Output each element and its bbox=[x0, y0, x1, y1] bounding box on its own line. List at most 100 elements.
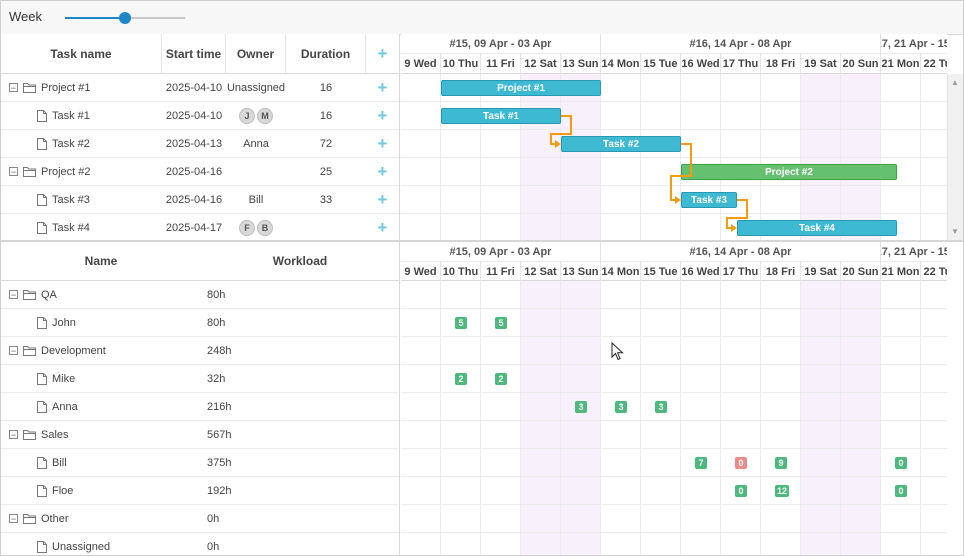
resource-day-label: 15 Tue bbox=[641, 262, 681, 282]
column-header-owner[interactable]: Owner bbox=[226, 34, 286, 73]
plus-icon: + bbox=[377, 44, 388, 63]
task-start-time: 2025-04-16 bbox=[165, 193, 223, 206]
scroll-down-arrow-icon[interactable]: ▼ bbox=[951, 227, 959, 236]
resource-name: Sales bbox=[41, 428, 69, 441]
task-name: Task #3 bbox=[52, 193, 90, 206]
file-icon bbox=[37, 540, 47, 553]
zoom-slider-fill bbox=[65, 17, 125, 19]
column-header-start-time[interactable]: Start time bbox=[162, 34, 226, 73]
add-subtask-button[interactable]: + bbox=[366, 102, 399, 129]
resource-timeline-row bbox=[401, 337, 947, 365]
workload-badge[interactable]: 0 bbox=[895, 485, 907, 497]
resource-row[interactable]: Anna 216h bbox=[1, 393, 399, 421]
resource-name-cell: Bill bbox=[37, 449, 207, 476]
collapse-toggle-icon[interactable]: − bbox=[9, 430, 18, 440]
task-row[interactable]: Task #4 2025-04-17 F B + bbox=[1, 214, 399, 242]
column-header-task-name[interactable]: Task name bbox=[1, 34, 162, 73]
workload-badge[interactable]: 3 bbox=[615, 401, 627, 413]
folder-icon bbox=[23, 430, 36, 440]
resource-name: QA bbox=[41, 288, 57, 301]
task-duration: 33 bbox=[319, 193, 333, 206]
resource-row[interactable]: − Other 0h bbox=[1, 505, 399, 533]
resource-workload: 192h bbox=[207, 484, 232, 497]
task-row[interactable]: − Project #2 2025-04-16 25 + bbox=[1, 158, 399, 186]
workload-badge[interactable]: 2 bbox=[455, 373, 467, 385]
link-arrow-icon bbox=[731, 224, 737, 232]
task-start-time: 2025-04-10 bbox=[165, 81, 223, 94]
resource-timeline-row bbox=[401, 505, 947, 533]
scroll-up-arrow-icon[interactable]: ▲ bbox=[951, 78, 959, 87]
resource-grid-body: − QA 80h John 80h − Development 248h Mike 32h Anna… bbox=[1, 281, 400, 555]
column-header-duration[interactable]: Duration bbox=[286, 34, 366, 73]
workload-badge[interactable]: 9 bbox=[775, 457, 787, 469]
gantt-day-label: 20 Sun bbox=[841, 54, 881, 74]
folder-icon bbox=[23, 514, 36, 524]
task-grid-header: Task name Start time Owner Duration + bbox=[1, 34, 400, 74]
zoom-slider[interactable] bbox=[65, 12, 185, 24]
resource-row[interactable]: − Development 248h bbox=[1, 337, 399, 365]
resource-timeline-scale: #15, 09 Apr - 03 Apr #16, 14 Apr - 08 Apr… bbox=[401, 242, 947, 282]
resource-timeline-row bbox=[401, 309, 947, 337]
task-row[interactable]: Task #1 2025-04-10 J M 16 + bbox=[1, 102, 399, 130]
add-subtask-button[interactable]: + bbox=[366, 186, 399, 213]
plus-icon: + bbox=[377, 162, 388, 181]
column-header-workload[interactable]: Workload bbox=[201, 242, 399, 280]
dependency-link[interactable] bbox=[726, 199, 748, 229]
task-name-cell: − Project #1 bbox=[9, 74, 159, 101]
zoom-slider-handle[interactable] bbox=[119, 12, 131, 24]
resource-name-cell: − Sales bbox=[9, 421, 179, 448]
add-subtask-button[interactable]: + bbox=[366, 74, 399, 101]
gantt-vertical-scrollbar[interactable]: ▲ ▼ bbox=[947, 74, 963, 240]
resource-row[interactable]: Floe 192h bbox=[1, 477, 399, 505]
add-task-header-button[interactable]: + bbox=[366, 34, 399, 73]
task-owner bbox=[226, 158, 286, 185]
gantt-day-label: 22 Tue bbox=[921, 54, 947, 74]
workload-badge[interactable]: 5 bbox=[495, 317, 507, 329]
dependency-link[interactable] bbox=[550, 115, 572, 145]
gantt-day-label: 16 Wed bbox=[681, 54, 721, 74]
plus-icon: + bbox=[377, 134, 388, 153]
workload-badge[interactable]: 0 bbox=[735, 457, 747, 469]
resource-day-label: 9 Wed bbox=[401, 262, 441, 282]
workload-badge[interactable]: 2 bbox=[495, 373, 507, 385]
workload-badge[interactable]: 3 bbox=[575, 401, 587, 413]
dependency-link[interactable] bbox=[670, 143, 692, 201]
add-subtask-button[interactable]: + bbox=[366, 214, 399, 241]
resource-timeline-row bbox=[401, 393, 947, 421]
folder-icon bbox=[23, 167, 36, 177]
task-row[interactable]: − Project #1 2025-04-10 Unassigned 16 + bbox=[1, 74, 399, 102]
resource-row[interactable]: Mike 32h bbox=[1, 365, 399, 393]
dependency-links bbox=[550, 115, 748, 232]
workload-badge[interactable]: 7 bbox=[695, 457, 707, 469]
resource-workload: 80h bbox=[207, 316, 226, 329]
collapse-toggle-icon[interactable]: − bbox=[9, 167, 18, 177]
collapse-toggle-icon[interactable]: − bbox=[9, 514, 18, 524]
collapse-toggle-icon[interactable]: − bbox=[9, 83, 18, 93]
task-name: Task #1 bbox=[52, 109, 90, 122]
resource-name-cell: − QA bbox=[9, 281, 179, 308]
workload-badge[interactable]: 5 bbox=[455, 317, 467, 329]
resource-row[interactable]: − Sales 567h bbox=[1, 421, 399, 449]
add-subtask-button[interactable]: + bbox=[366, 130, 399, 157]
workload-badge[interactable]: 12 bbox=[775, 485, 790, 497]
zoom-label: Week bbox=[9, 9, 42, 24]
resource-row[interactable]: John 80h bbox=[1, 309, 399, 337]
resource-row[interactable]: Unassigned 0h bbox=[1, 533, 399, 555]
resource-day-label: 21 Mon bbox=[881, 262, 921, 282]
workload-badge[interactable]: 0 bbox=[735, 485, 747, 497]
task-row[interactable]: Task #3 2025-04-16 Bill 33 + bbox=[1, 186, 399, 214]
add-subtask-button[interactable]: + bbox=[366, 158, 399, 185]
workload-badge[interactable]: 0 bbox=[895, 457, 907, 469]
plus-icon: + bbox=[377, 190, 388, 209]
resource-day-label: 11 Fri bbox=[481, 262, 521, 282]
resource-name: Other bbox=[41, 512, 69, 525]
owner-avatar: M bbox=[257, 107, 273, 124]
collapse-toggle-icon[interactable]: − bbox=[9, 290, 18, 300]
workload-badge[interactable]: 3 bbox=[655, 401, 667, 413]
column-header-name[interactable]: Name bbox=[1, 242, 201, 280]
resource-row[interactable]: − QA 80h bbox=[1, 281, 399, 309]
resource-row[interactable]: Bill 375h bbox=[1, 449, 399, 477]
resource-panel: Name Workload − QA 80h John 80h − Development 2… bbox=[1, 242, 963, 555]
collapse-toggle-icon[interactable]: − bbox=[9, 346, 18, 356]
task-row[interactable]: Task #2 2025-04-13 Anna 72 + bbox=[1, 130, 399, 158]
